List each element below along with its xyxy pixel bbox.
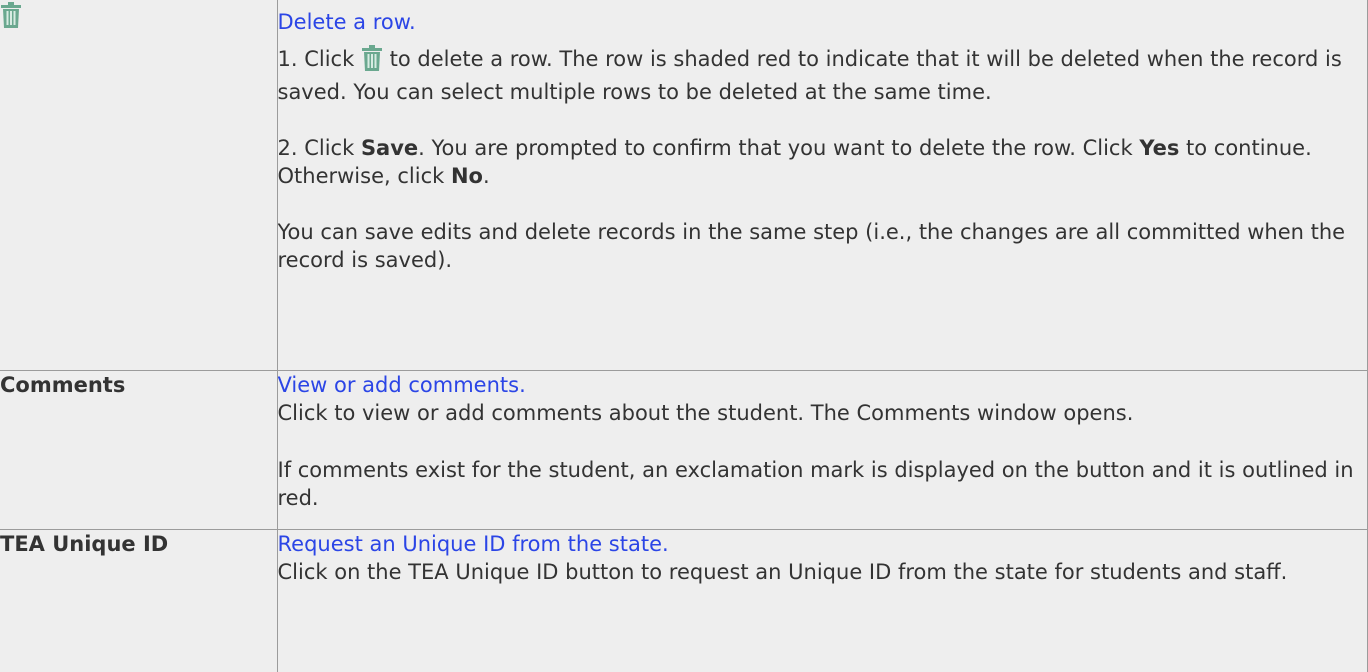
row-label-cell — [0, 0, 278, 371]
table-row-delete: Delete a row. 1. Click to delete a row. … — [0, 0, 1368, 371]
delete-row-link[interactable]: Delete a row. — [278, 10, 416, 34]
comments-note: If comments exist for the student, an ex… — [277, 457, 1354, 511]
comments-description: Click to view or add comments about the … — [277, 401, 1134, 425]
tea-unique-id-label: TEA Unique ID — [0, 531, 169, 556]
help-table: Delete a row. 1. Click to delete a row. … — [0, 0, 1368, 672]
delete-step-2: 2. Click Save. You are prompted to confi… — [277, 135, 1312, 189]
comments-label: Comments — [0, 372, 126, 397]
view-comments-link[interactable]: View or add comments. — [278, 373, 526, 397]
row-description-cell: Request an Unique ID from the state. Cli… — [276, 528, 1368, 672]
row-label-cell: Comments — [0, 369, 278, 530]
row-description-cell: View or add comments. Click to view or a… — [276, 369, 1368, 530]
request-unique-id-link[interactable]: Request an Unique ID from the state. — [278, 532, 669, 556]
table-row-tea-unique-id: TEA Unique ID Request an Unique ID from … — [0, 528, 1368, 672]
trash-icon — [0, 2, 276, 36]
table-row-comments: Comments View or add comments. Click to … — [0, 369, 1368, 530]
trash-icon — [361, 44, 383, 79]
row-description-cell: Delete a row. 1. Click to delete a row. … — [276, 0, 1368, 371]
delete-step-1: 1. Click to delete a row. The row is sha… — [277, 44, 1342, 104]
tea-unique-id-description: Click on the TEA Unique ID button to req… — [277, 560, 1288, 584]
delete-note: You can save edits and delete records in… — [277, 219, 1346, 273]
row-label-cell: TEA Unique ID — [0, 528, 278, 672]
